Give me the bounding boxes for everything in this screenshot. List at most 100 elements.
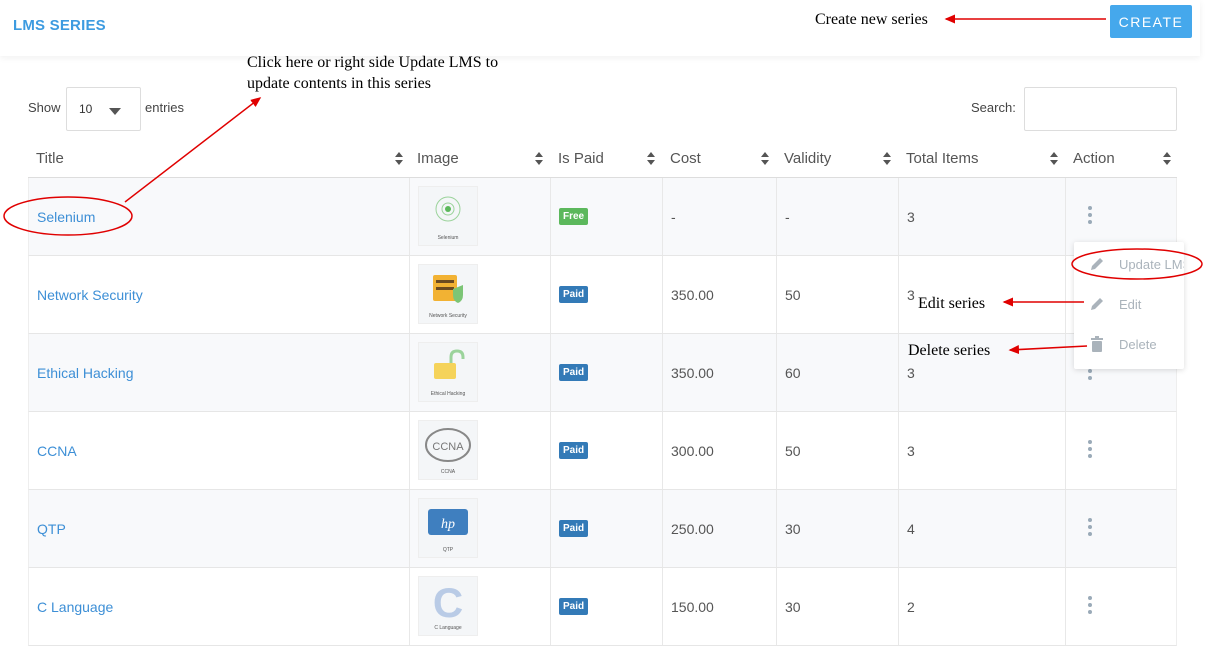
validity-cell: 30: [785, 520, 801, 537]
sort-icon[interactable]: [647, 152, 655, 166]
menu-item-update-lms[interactable]: Update LMS: [1074, 246, 1184, 282]
sort-icon[interactable]: [535, 152, 543, 166]
validity-cell: 60: [785, 364, 801, 381]
column-header-total-items[interactable]: Total Items: [906, 138, 979, 178]
status-badge: Paid: [559, 286, 589, 303]
series-thumbnail: CCNA CCNA: [418, 420, 478, 480]
more-options-icon[interactable]: [1088, 596, 1092, 614]
cost-cell: 150.00: [671, 598, 714, 615]
column-divider: [550, 412, 551, 489]
menu-item-edit[interactable]: Edit: [1074, 286, 1184, 322]
column-header-cost[interactable]: Cost: [670, 138, 701, 178]
column-divider: [1065, 568, 1066, 645]
series-title-link[interactable]: Ethical Hacking: [37, 365, 134, 381]
thumbnail-artwork: CCNA: [419, 423, 477, 472]
series-title-link[interactable]: Network Security: [37, 287, 143, 303]
column-divider: [550, 256, 551, 333]
column-header-is-paid[interactable]: Is Paid: [558, 138, 604, 178]
status-badge: Paid: [559, 520, 589, 537]
column-header-action[interactable]: Action: [1073, 138, 1115, 178]
validity-cell: 30: [785, 598, 801, 615]
total-items-cell: 3: [907, 208, 915, 225]
is-paid-cell: Paid: [559, 334, 589, 411]
sort-icon[interactable]: [761, 152, 769, 166]
series-table: Title Image Is Paid Cost Validity Total …: [28, 138, 1177, 646]
annotation-create: Create new series: [815, 11, 928, 28]
annotation-click-line1: Click here or right side Update LMS to: [247, 54, 499, 71]
table-row: Ethical Hacking Ethical Hacking Paid 350…: [28, 334, 1177, 412]
column-divider: [776, 412, 777, 489]
menu-item-label: Edit: [1119, 296, 1142, 312]
column-header-validity[interactable]: Validity: [784, 138, 831, 178]
entries-label: entries: [145, 100, 185, 115]
action-dropdown-menu: Update LMS Edit Delete: [1074, 242, 1184, 369]
table-row: QTP QTP hp Paid 250.00 30 4: [28, 490, 1177, 568]
column-divider: [409, 568, 410, 645]
status-badge: Free: [559, 208, 589, 225]
series-title-link[interactable]: CCNA: [37, 443, 77, 459]
table-row: Selenium Selenium Free - - 3: [28, 178, 1177, 256]
column-divider: [662, 568, 663, 645]
thumbnail-artwork: hp: [419, 501, 477, 550]
column-divider: [898, 178, 899, 255]
column-divider: [776, 178, 777, 255]
create-button[interactable]: CREATE: [1110, 5, 1192, 38]
column-divider: [898, 256, 899, 333]
series-title-link[interactable]: C Language: [37, 599, 113, 615]
more-options-icon[interactable]: [1088, 518, 1092, 536]
page-title: LMS SERIES: [13, 17, 106, 34]
thumbnail-artwork: [419, 189, 477, 238]
svg-text:hp: hp: [441, 517, 455, 532]
column-divider: [550, 334, 551, 411]
is-paid-cell: Free: [559, 178, 589, 255]
page-size-select[interactable]: 10: [66, 87, 141, 131]
page-size-value: 10: [79, 102, 93, 116]
column-header-image[interactable]: Image: [417, 138, 459, 178]
more-options-icon[interactable]: [1088, 206, 1092, 224]
column-divider: [662, 178, 663, 255]
column-divider: [1065, 256, 1066, 333]
menu-item-label: Delete: [1119, 336, 1157, 352]
column-divider: [1065, 412, 1066, 489]
series-title-link[interactable]: QTP: [37, 521, 66, 537]
sort-icon[interactable]: [1050, 152, 1058, 166]
series-thumbnail: QTP hp: [418, 498, 478, 558]
annotation-click-line2: update contents in this series: [247, 75, 431, 92]
menu-item-delete[interactable]: Delete: [1074, 326, 1184, 362]
column-divider: [898, 412, 899, 489]
svg-text:CCNA: CCNA: [432, 441, 464, 453]
sort-icon[interactable]: [1163, 152, 1171, 166]
is-paid-cell: Paid: [559, 568, 589, 645]
more-options-icon[interactable]: [1088, 440, 1092, 458]
column-divider: [776, 490, 777, 567]
column-divider: [409, 334, 410, 411]
total-items-cell: 3: [907, 286, 915, 303]
column-divider: [409, 178, 410, 255]
table-header: Title Image Is Paid Cost Validity Total …: [28, 138, 1177, 178]
total-items-cell: 4: [907, 520, 915, 537]
table-row: CCNA CCNA CCNA Paid 300.00 50 3: [28, 412, 1177, 490]
validity-cell: -: [785, 208, 790, 225]
series-thumbnail: C Language C: [418, 576, 478, 636]
sort-icon[interactable]: [883, 152, 891, 166]
table-row: C Language C Language C Paid 150.00 30 2: [28, 568, 1177, 646]
column-divider: [898, 568, 899, 645]
series-title-link[interactable]: Selenium: [37, 209, 95, 225]
column-header-title[interactable]: Title: [36, 138, 64, 178]
menu-item-label: Update LMS: [1119, 256, 1184, 272]
cost-cell: -: [671, 208, 676, 225]
status-badge: Paid: [559, 364, 589, 381]
title-cell: Ethical Hacking: [37, 334, 134, 411]
column-divider: [776, 568, 777, 645]
column-divider: [550, 490, 551, 567]
column-divider: [550, 178, 551, 255]
search-input[interactable]: [1024, 87, 1177, 131]
status-badge: Paid: [559, 442, 589, 459]
annotation-edit: Edit series: [918, 295, 986, 312]
series-thumbnail: Network Security: [418, 264, 478, 324]
column-divider: [662, 412, 663, 489]
column-divider: [776, 334, 777, 411]
sort-icon[interactable]: [395, 152, 403, 166]
title-cell: C Language: [37, 568, 113, 645]
trash-icon: [1091, 336, 1103, 352]
